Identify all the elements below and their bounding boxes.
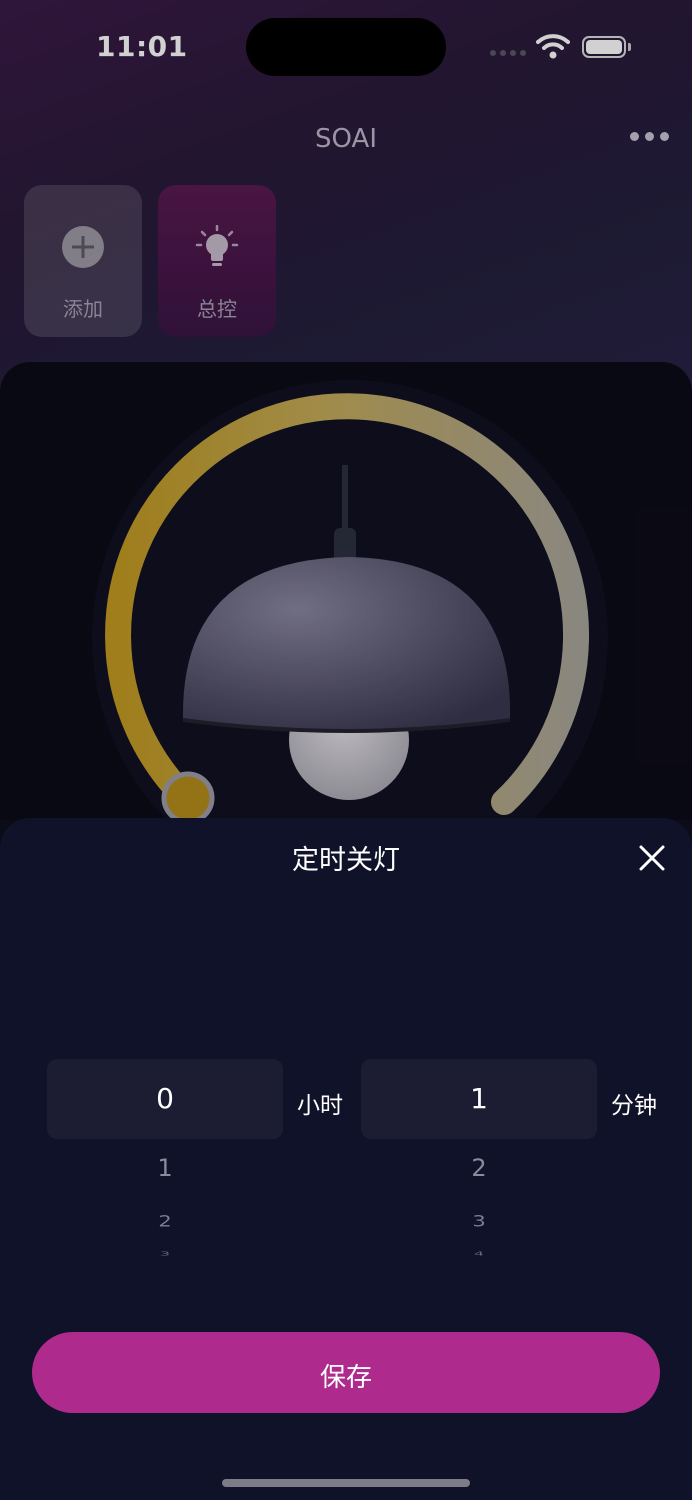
hours-option[interactable]: 2 [47,1212,283,1230]
hours-selected: 0 [156,1082,174,1115]
save-button[interactable]: 保存 [32,1332,660,1413]
hours-unit-label: 小时 [297,1093,343,1119]
hours-option[interactable]: 1 [47,1154,283,1182]
save-label: 保存 [319,1363,372,1393]
close-icon[interactable] [636,842,668,874]
sheet-title: 定时关灯 [292,845,400,876]
minutes-option[interactable]: 2 [361,1154,597,1182]
minutes-selected: 1 [470,1082,488,1115]
home-indicator[interactable] [222,1479,470,1487]
minutes-option[interactable]: 3 [361,1212,597,1230]
modal-dim-overlay[interactable] [0,0,692,820]
minutes-option[interactable]: 4 [361,1250,597,1257]
hours-option[interactable]: 3 [47,1250,283,1257]
minutes-unit-label: 分钟 [611,1093,657,1119]
